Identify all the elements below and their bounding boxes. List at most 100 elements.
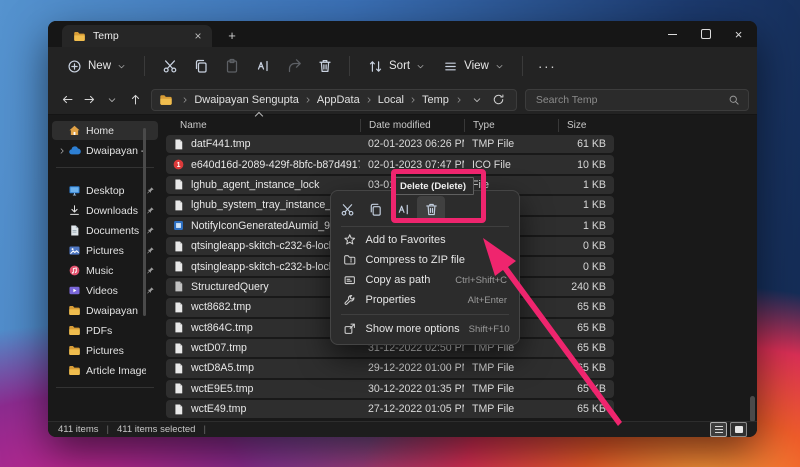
breadcrumb[interactable]: Dwaipayan Sengupta AppData Local Temp <box>151 89 517 111</box>
file-row-wctE9E5.tmp[interactable]: wctE9E5.tmp 30-12-2022 01:35 PM TMP File… <box>166 380 614 398</box>
pin-icon <box>146 286 155 295</box>
cut-icon <box>162 58 178 74</box>
sidebar-item-label: Desktop <box>86 185 146 197</box>
breadcrumb-list: Dwaipayan Sengupta AppData Local Temp <box>178 93 451 107</box>
quick-action-cut[interactable] <box>333 196 361 222</box>
file-type: TMP File <box>464 138 558 150</box>
explorer-tab-temp[interactable]: Temp × <box>62 25 212 47</box>
column-header-date-modified[interactable]: Date modified <box>360 119 464 132</box>
minimize-icon <box>668 34 677 35</box>
copy-button[interactable] <box>185 52 216 80</box>
new-tab-button[interactable]: + <box>222 26 242 44</box>
folder-icon <box>68 344 81 357</box>
sidebar-item-label: PDFs <box>86 325 146 337</box>
column-header-size[interactable]: Size <box>558 119 614 132</box>
app-icon <box>172 219 185 232</box>
column-header-type[interactable]: Type <box>464 119 558 132</box>
context-menu-item-add-to-favorites[interactable]: Add to Favorites <box>331 230 519 250</box>
delete-button[interactable] <box>309 52 340 80</box>
sidebar-item-label: Article Images <box>86 365 146 377</box>
list-scrollbar[interactable] <box>750 396 755 422</box>
file-size: 65 KB <box>558 383 614 395</box>
file-size: 0 KB <box>558 240 614 252</box>
quick-action-copy[interactable] <box>361 196 389 222</box>
new-button[interactable]: New <box>58 54 135 79</box>
file-name-cell: wctE9E5.tmp <box>166 382 360 395</box>
file-icon <box>172 178 185 191</box>
chevron-right-icon <box>455 96 463 104</box>
up-button[interactable] <box>124 88 147 112</box>
chevron-down-icon <box>107 95 117 105</box>
breadcrumb-segment[interactable]: Local <box>376 93 406 107</box>
file-size: 0 KB <box>558 261 614 273</box>
file-icon <box>172 138 185 151</box>
breadcrumb-segment[interactable]: AppData <box>315 93 362 107</box>
view-button-label: View <box>464 60 489 72</box>
paste-button <box>216 52 247 80</box>
sort-button-label: Sort <box>389 60 410 72</box>
path-icon <box>343 273 357 287</box>
column-header-name[interactable]: Name <box>166 119 360 132</box>
sidebar-scrollbar[interactable] <box>143 128 146 316</box>
plus-circle-icon <box>67 59 82 74</box>
sidebar-item-article-images[interactable]: Article Images <box>52 361 158 380</box>
search-icon <box>728 94 740 106</box>
chevron-right-icon[interactable] <box>58 147 66 155</box>
context-menu-item-properties[interactable]: Properties Alt+Enter <box>331 290 519 310</box>
thumbnail-view-icon <box>735 426 743 433</box>
back-button[interactable] <box>56 88 79 112</box>
file-row-datF441.tmp[interactable]: datF441.tmp 02-01-2023 06:26 PM TMP File… <box>166 135 614 153</box>
file-date: 02-01-2023 06:26 PM <box>360 138 464 150</box>
breadcrumb-segment[interactable]: Temp <box>420 93 451 107</box>
red1-icon <box>172 158 185 171</box>
file-size: 65 KB <box>558 403 614 415</box>
minimize-button[interactable] <box>656 21 689 47</box>
view-toggles <box>710 422 747 437</box>
sidebar-item-label: Home <box>86 125 146 137</box>
more-options-icon[interactable]: ··· <box>532 58 563 74</box>
refresh-icon[interactable] <box>492 93 505 106</box>
view-button[interactable]: View <box>434 54 513 79</box>
cut-button[interactable] <box>154 52 185 80</box>
music-icon <box>68 264 81 277</box>
context-menu-item-compress-to-zip[interactable]: Compress to ZIP file <box>331 250 519 270</box>
breadcrumb-segment[interactable]: Dwaipayan Sengupta <box>192 93 301 107</box>
file-name: qtsingleapp-skitch-c232-b-lockfile <box>191 261 348 273</box>
file-row-wctD8A5.tmp[interactable]: wctD8A5.tmp 29-12-2022 01:00 PM TMP File… <box>166 359 614 377</box>
sidebar-item-pdfs[interactable]: PDFs <box>52 321 158 340</box>
forward-button[interactable] <box>79 88 102 112</box>
recent-locations-button[interactable] <box>101 88 124 112</box>
share-icon <box>286 58 302 74</box>
file-gray-icon <box>172 280 185 293</box>
address-dropdown-icon[interactable] <box>472 95 482 105</box>
maximize-button[interactable] <box>689 21 722 47</box>
breadcrumb-item-appdata: AppData <box>301 93 362 107</box>
chevron-down-icon <box>495 62 504 71</box>
rename-button[interactable] <box>247 52 278 80</box>
file-name: lghub_agent_instance_lock <box>191 179 319 191</box>
file-row-e640d16d-2089-429f-8bfc-b87d49179394.tmp[interactable]: e640d16d-2089-429f-8bfc-b87d49179394.tmp… <box>166 155 614 173</box>
file-size: 65 KB <box>558 322 614 334</box>
chevron-right-icon <box>409 96 417 104</box>
zip-icon <box>343 253 357 267</box>
file-name-cell: wctE49.tmp <box>166 403 360 416</box>
file-row-wctE49.tmp[interactable]: wctE49.tmp 27-12-2022 01:05 PM TMP File … <box>166 400 614 418</box>
file-date: 30-12-2022 01:35 PM <box>360 383 464 395</box>
sort-button[interactable]: Sort <box>359 54 434 79</box>
search-box[interactable] <box>525 89 749 111</box>
file-size: 65 KB <box>558 362 614 374</box>
menu-item-label: Copy as path <box>366 274 431 286</box>
tab-close-icon[interactable]: × <box>190 28 206 44</box>
status-separator: | <box>203 424 205 435</box>
context-menu-item-show-more-options[interactable]: Show more options Shift+F10 <box>331 319 519 339</box>
sidebar-item-pictures-folder[interactable]: Pictures <box>52 341 158 360</box>
search-input[interactable] <box>534 93 728 107</box>
file-name: e640d16d-2089-429f-8bfc-b87d49179394.tmp <box>191 159 360 171</box>
file-size: 240 KB <box>558 281 614 293</box>
tab-title: Temp <box>93 30 183 42</box>
context-menu-item-copy-as-path[interactable]: Copy as path Ctrl+Shift+C <box>331 270 519 290</box>
star-icon <box>343 233 357 247</box>
close-button[interactable]: × <box>722 21 755 47</box>
thumbnail-view-button[interactable] <box>730 422 747 437</box>
details-view-button[interactable] <box>710 422 727 437</box>
